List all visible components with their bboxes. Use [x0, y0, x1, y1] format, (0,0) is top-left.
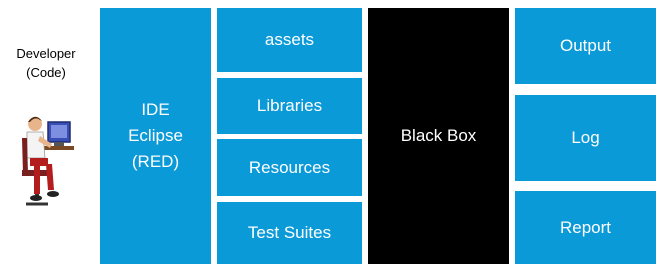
ide-eclipse-label: IDE Eclipse (RED) [128, 100, 183, 171]
assets-label: assets [264, 30, 315, 49]
libraries-label: Libraries [256, 96, 323, 115]
log-box: Log [515, 95, 656, 181]
black-box-label: Black Box [400, 126, 477, 145]
ide-eclipse-box: IDE Eclipse (RED) [100, 8, 211, 264]
report-label: Report [559, 217, 612, 237]
output-box: Output [515, 8, 656, 84]
output-label: Output [559, 36, 612, 55]
log-label: Log [571, 128, 600, 147]
report-box: Report [515, 191, 656, 264]
black-box: Black Box [368, 8, 509, 264]
libraries-box: Libraries [217, 78, 362, 134]
test-suites-label: Test Suites [247, 223, 332, 242]
assets-box: assets [217, 8, 362, 72]
developer-at-computer-icon [22, 116, 74, 206]
resources-box: Resources [217, 139, 362, 196]
developer-label: Developer (Code) [16, 46, 76, 80]
test-suites-box: Test Suites [217, 202, 362, 264]
resources-label: Resources [248, 157, 331, 177]
